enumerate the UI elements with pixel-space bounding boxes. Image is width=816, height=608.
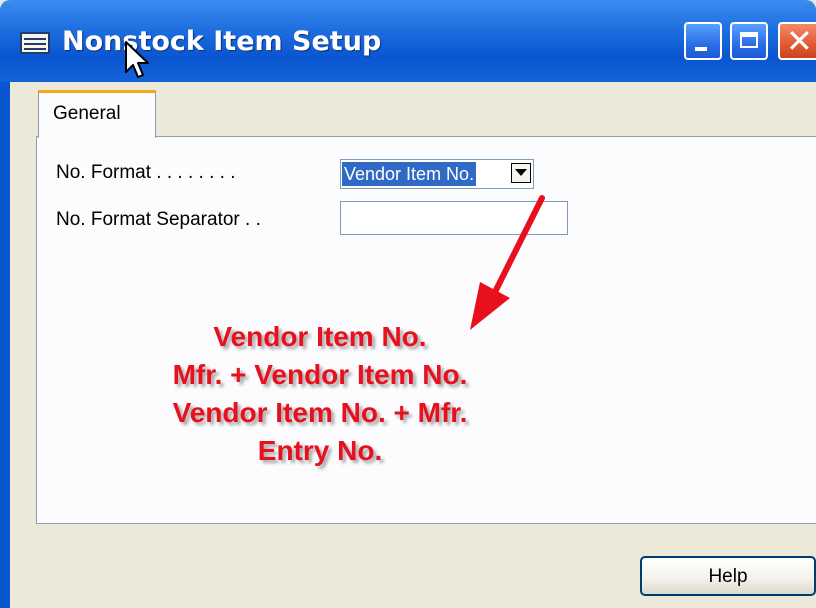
minimize-button[interactable] <box>684 22 722 60</box>
no-format-label: No. Format . . . . . . . . <box>56 162 236 183</box>
window-title: Nonstock Item Setup <box>62 26 382 57</box>
dropdown-button[interactable] <box>511 163 531 183</box>
window-frame-left <box>0 82 10 608</box>
tab-general[interactable]: General <box>38 90 156 138</box>
mouse-pointer-icon <box>125 41 149 78</box>
chevron-down-icon <box>515 169 527 176</box>
tab-general-label: General <box>53 103 121 124</box>
close-button[interactable]: ✕ <box>778 22 816 60</box>
no-format-dropdown[interactable]: Vendor Item No. <box>340 159 534 189</box>
help-button-label: Help <box>708 566 748 587</box>
format-options-annotation: Vendor Item No. Mfr. + Vendor Item No. V… <box>120 318 520 470</box>
nonstock-item-setup-window: Nonstock Item Setup ✕ General No. Format… <box>0 0 816 608</box>
close-icon: ✕ <box>786 22 813 60</box>
annotation-line: Vendor Item No. + Mfr. <box>172 397 468 428</box>
maximize-button[interactable] <box>730 22 768 60</box>
annotation-line: Vendor Item No. <box>213 321 427 352</box>
annotation-line: Mfr. + Vendor Item No. <box>172 359 468 390</box>
help-button[interactable]: Help <box>640 556 816 596</box>
no-format-value: Vendor Item No. <box>342 162 477 186</box>
table-icon <box>20 32 50 54</box>
annotation-line: Entry No. <box>257 435 383 466</box>
no-format-separator-label: No. Format Separator . . <box>56 209 261 230</box>
title-bar[interactable]: Nonstock Item Setup ✕ <box>0 0 816 82</box>
